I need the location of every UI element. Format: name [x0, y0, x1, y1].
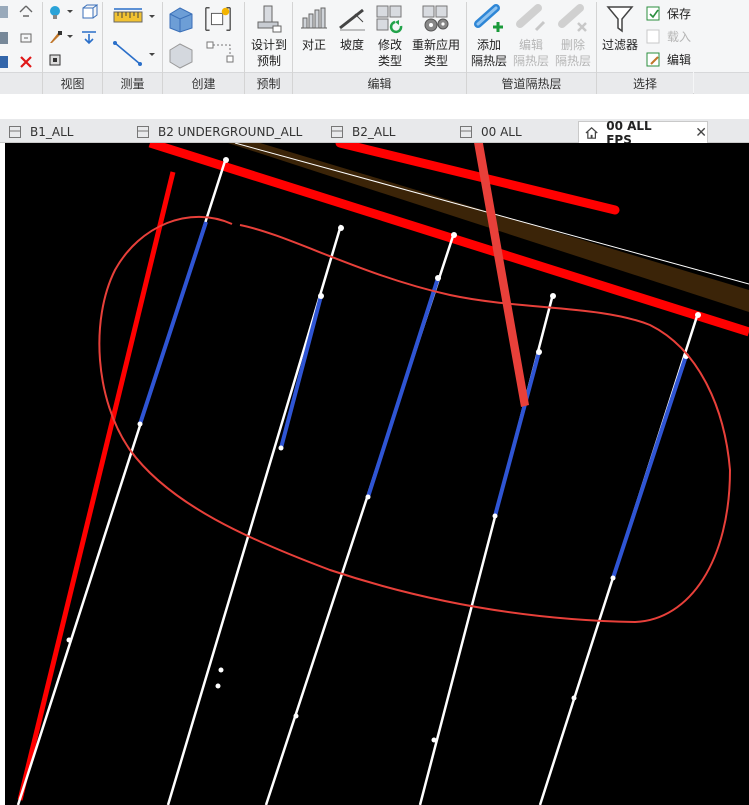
slope-button[interactable]: 坡度 — [335, 4, 369, 53]
design-to-prefab-label-1: 设计到 — [250, 38, 287, 52]
panel-title-view: 视图 — [43, 72, 102, 94]
drawing-area[interactable] — [5, 143, 749, 805]
align-label: 对正 — [301, 38, 326, 52]
delete-icon[interactable] — [18, 54, 34, 70]
edit-selection-label: 编辑 — [667, 53, 692, 67]
tab-label: 00 ALL — [481, 125, 522, 139]
tab-00-all-fps[interactable]: 00 ALL FPS ✕ — [578, 119, 708, 147]
3d-box-icon[interactable] — [80, 4, 98, 20]
modify-type-label-2: 类型 — [377, 54, 402, 68]
panel-title-insulation: 管道隔热层 — [467, 72, 596, 94]
light-bulb-icon[interactable] — [48, 4, 74, 20]
ribbon: 设计到 预制 对正 坡度 修改 类型 重新应用 类型 添加 隔热层 编辑 隔热层… — [0, 0, 749, 94]
panel-title-empty — [694, 72, 749, 94]
clipped-tool-1[interactable] — [0, 4, 10, 20]
tab-b1-all[interactable]: B1_ALL — [8, 121, 73, 143]
add-insulation-label-1: 添加 — [476, 38, 501, 52]
panel-title-clipped — [0, 72, 42, 94]
load-label: 载入 — [667, 30, 692, 44]
modify-type-label-1: 修改 — [377, 38, 402, 52]
hide-elements-icon[interactable] — [18, 4, 34, 20]
align-arrow-icon[interactable] — [80, 29, 98, 45]
add-insulation-label-2: 隔热层 — [470, 54, 507, 68]
align-button[interactable]: 对正 — [296, 4, 332, 53]
tab-label: B2 UNDERGROUND_ALL — [158, 125, 303, 139]
save-label: 保存 — [667, 7, 692, 21]
view-canvas[interactable] — [0, 143, 749, 805]
create-part-tool[interactable] — [166, 4, 196, 37]
clipped-tool-2[interactable] — [0, 30, 10, 46]
design-to-prefab-label-2: 预制 — [256, 54, 281, 68]
delete-insulation-button[interactable]: 删除 隔热层 — [554, 4, 592, 69]
filter-button[interactable]: 过滤器 — [600, 4, 640, 53]
panel-title-edit: 编辑 — [293, 72, 466, 94]
create-link-tool[interactable] — [205, 40, 237, 66]
load-icon — [646, 29, 660, 43]
tab-b2-all[interactable]: B2_ALL — [330, 121, 395, 143]
panel-title-measure: 测量 — [103, 72, 162, 94]
home-icon — [585, 126, 598, 139]
save-icon — [646, 6, 660, 20]
ribbon-gap — [0, 95, 749, 119]
isolate-icon[interactable] — [18, 30, 34, 46]
edit-insulation-label-1: 编辑 — [518, 38, 543, 52]
reapply-type-label-2: 类型 — [423, 54, 448, 68]
panel-title-create: 创建 — [163, 72, 244, 94]
tab-label: B1_ALL — [30, 125, 74, 139]
delete-insulation-label-2: 隔热层 — [554, 54, 591, 68]
edit-selection-button[interactable]: 编辑 — [645, 51, 691, 68]
modify-type-button[interactable]: 修改 类型 — [371, 4, 409, 69]
view-sheet-icon — [137, 126, 149, 138]
reapply-type-label-1: 重新应用 — [411, 38, 460, 52]
tab-b2-underground-all[interactable]: B2 UNDERGROUND_ALL — [136, 121, 302, 143]
slope-label: 坡度 — [339, 38, 364, 52]
view-tab-bar: B1_ALL B2 UNDERGROUND_ALL B2_ALL 00 ALL … — [0, 119, 749, 147]
scope-box-icon[interactable] — [48, 52, 64, 68]
create-group-tool[interactable] — [203, 4, 233, 37]
close-tab-icon[interactable]: ✕ — [695, 125, 707, 141]
create-assembly-tool[interactable] — [166, 40, 196, 73]
save-selection-button[interactable]: 保存 — [645, 5, 691, 22]
load-selection-button[interactable]: 载入 — [645, 28, 691, 45]
panel-title-prefab: 预制 — [245, 72, 292, 94]
view-sheet-icon — [9, 126, 21, 138]
tab-label: B2_ALL — [352, 125, 396, 139]
clipped-tool-3[interactable] — [0, 54, 10, 70]
filter-label: 过滤器 — [601, 38, 638, 52]
view-sheet-icon — [460, 126, 472, 138]
delete-insulation-label-1: 删除 — [560, 38, 585, 52]
design-to-prefab-button[interactable]: 设计到 预制 — [248, 4, 290, 69]
edit-selection-icon — [646, 52, 660, 66]
paint-brush-icon[interactable] — [48, 29, 74, 45]
edit-insulation-label-2: 隔热层 — [512, 54, 549, 68]
reapply-type-button[interactable]: 重新应用 类型 — [410, 4, 462, 69]
add-insulation-button[interactable]: 添加 隔热层 — [470, 4, 508, 69]
measure-line-icon[interactable] — [112, 40, 158, 66]
tab-00-all[interactable]: 00 ALL — [459, 121, 522, 143]
panel-title-select: 选择 — [597, 72, 693, 94]
edit-insulation-button[interactable]: 编辑 隔热层 — [512, 4, 550, 69]
measure-ruler-icon[interactable] — [112, 6, 158, 26]
view-sheet-icon — [331, 126, 343, 138]
